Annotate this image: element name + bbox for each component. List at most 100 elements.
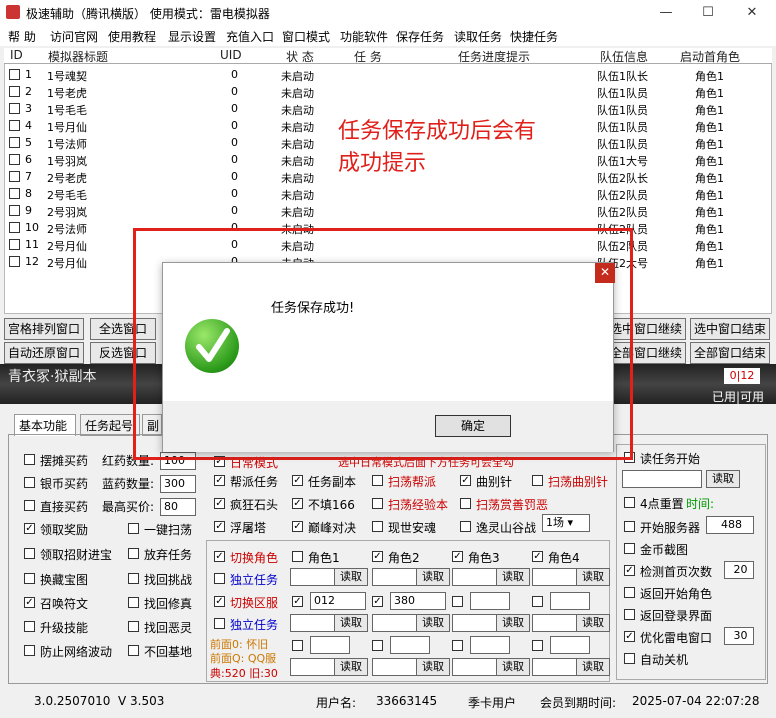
safe-soul-checkbox[interactable] — [372, 521, 383, 532]
extra3-input[interactable] — [470, 636, 510, 654]
stall-buy-checkbox[interactable] — [24, 454, 35, 465]
sweep-guild-checkbox[interactable] — [372, 475, 383, 486]
read-start-checkbox[interactable] — [624, 452, 635, 463]
red-potion-input[interactable]: 100 — [160, 452, 196, 470]
extra2-read-button[interactable]: 读取 — [416, 658, 450, 676]
daily-mode-checkbox[interactable]: ✓ — [214, 456, 225, 467]
crazy-stone-checkbox[interactable]: ✓ — [214, 498, 225, 509]
menu-tutorial[interactable]: 使用教程 — [108, 28, 156, 45]
find-challenge-checkbox[interactable] — [128, 573, 139, 584]
tab-basic[interactable]: 基本功能 — [14, 414, 76, 436]
close-button[interactable]: ✕ — [732, 0, 772, 26]
row-checkbox[interactable] — [9, 137, 20, 148]
palace-arrange-button[interactable]: 宫格排列窗口 — [4, 318, 84, 340]
invite-checkbox[interactable] — [24, 548, 35, 559]
role2-read-button[interactable]: 读取 — [416, 568, 450, 586]
tower-checkbox[interactable]: ✓ — [214, 521, 225, 532]
extra1-input[interactable] — [310, 636, 350, 654]
switch-role-checkbox[interactable]: ✓ — [214, 551, 225, 562]
optimize-window-input[interactable]: 30 — [724, 627, 754, 645]
upgrade-checkbox[interactable] — [24, 621, 35, 632]
tab-dungeon[interactable]: 副 — [142, 414, 162, 436]
menu-window-mode[interactable]: 窗口模式 — [282, 28, 330, 45]
server2-checkbox[interactable]: ✓ — [372, 596, 383, 607]
server1-checkbox[interactable]: ✓ — [292, 596, 303, 607]
no-fill-checkbox[interactable]: ✓ — [292, 498, 303, 509]
return-login-checkbox[interactable] — [624, 609, 635, 620]
valley-select[interactable]: 1场 ▾ — [542, 514, 590, 532]
silver-buy-checkbox[interactable] — [24, 477, 35, 488]
extra1-checkbox[interactable] — [292, 640, 303, 651]
detect-home-checkbox[interactable]: ✓ — [624, 565, 635, 576]
role3-read-button[interactable]: 读取 — [496, 568, 530, 586]
start-server-checkbox[interactable] — [624, 521, 635, 532]
server3-checkbox[interactable] — [452, 596, 463, 607]
role1-read-button[interactable]: 读取 — [334, 568, 368, 586]
dungeon-task-checkbox[interactable]: ✓ — [292, 475, 303, 486]
menu-software[interactable]: 功能软件 — [340, 28, 388, 45]
row-checkbox[interactable] — [9, 205, 20, 216]
sweep-bounty-checkbox[interactable] — [460, 498, 471, 509]
row-checkbox[interactable] — [9, 256, 20, 267]
independent-task-1-checkbox[interactable] — [214, 573, 225, 584]
extra4-checkbox[interactable] — [532, 640, 543, 651]
blue-potion-input[interactable]: 300 — [160, 475, 196, 493]
server4-input[interactable] — [550, 592, 590, 610]
direct-buy-checkbox[interactable] — [24, 500, 35, 511]
server2-task-input[interactable] — [372, 614, 418, 632]
maximize-button[interactable]: ☐ — [688, 0, 728, 26]
col-uid[interactable]: UID — [220, 48, 242, 62]
tab-task-start[interactable]: 任务起号 — [80, 414, 140, 436]
server3-read-button[interactable]: 读取 — [496, 614, 530, 632]
table-row[interactable]: 11 2号月仙 0 未启动 队伍2队员 角色1 — [5, 236, 771, 253]
col-progress[interactable]: 任务进度提示 — [458, 48, 530, 65]
row-checkbox[interactable] — [9, 239, 20, 250]
role4-checkbox[interactable]: ✓ — [532, 551, 543, 562]
sweep-exp-checkbox[interactable] — [372, 498, 383, 509]
reward-checkbox[interactable]: ✓ — [24, 523, 35, 534]
table-row[interactable]: 1 1号魂契 0 未启动 队伍1队长 角色1 — [5, 66, 771, 83]
optimize-window-checkbox[interactable]: ✓ — [624, 631, 635, 642]
role2-checkbox[interactable]: ✓ — [372, 551, 383, 562]
extra2-checkbox[interactable] — [372, 640, 383, 651]
independent-task-2-checkbox[interactable] — [214, 618, 225, 629]
server4-read-button[interactable]: 读取 — [576, 614, 610, 632]
server1-task-input[interactable] — [290, 614, 336, 632]
row-checkbox[interactable] — [9, 120, 20, 131]
role2-task-input[interactable] — [372, 568, 418, 586]
read-start-button[interactable]: 读取 — [706, 470, 740, 488]
invert-select-button[interactable]: 反选窗口 — [90, 342, 156, 364]
menu-load-task[interactable]: 读取任务 — [454, 28, 502, 45]
end-all-button[interactable]: 全部窗口结束 — [690, 342, 770, 364]
role4-task-input[interactable] — [532, 568, 578, 586]
role3-task-input[interactable] — [452, 568, 498, 586]
end-selected-button[interactable]: 选中窗口结束 — [690, 318, 770, 340]
select-all-button[interactable]: 全选窗口 — [90, 318, 156, 340]
server4-checkbox[interactable] — [532, 596, 543, 607]
row-checkbox[interactable] — [9, 103, 20, 114]
menu-save-task[interactable]: 保存任务 — [396, 28, 444, 45]
table-row[interactable]: 2 1号老虎 0 未启动 队伍1队员 角色1 — [5, 83, 771, 100]
role1-checkbox[interactable] — [292, 551, 303, 562]
table-row[interactable]: 9 2号羽岚 0 未启动 队伍2队员 角色1 — [5, 202, 771, 219]
col-team[interactable]: 队伍信息 — [600, 48, 648, 65]
extra3-checkbox[interactable] — [452, 640, 463, 651]
server2-input[interactable]: 380 — [390, 592, 446, 610]
extra2-input[interactable] — [390, 636, 430, 654]
valley-checkbox[interactable] — [460, 521, 471, 532]
auto-restore-button[interactable]: 自动还原窗口 — [4, 342, 84, 364]
menu-website[interactable]: 访问官网 — [50, 28, 98, 45]
col-first-role[interactable]: 启动首角色 — [680, 48, 740, 65]
row-checkbox[interactable] — [9, 171, 20, 182]
extra4-task-input[interactable] — [532, 658, 578, 676]
row-checkbox[interactable] — [9, 69, 20, 80]
role3-checkbox[interactable]: ✓ — [452, 551, 463, 562]
server2-read-button[interactable]: 读取 — [416, 614, 450, 632]
start-server-input[interactable]: 488 — [706, 516, 754, 534]
read-start-input[interactable] — [622, 470, 702, 488]
one-key-checkbox[interactable] — [128, 523, 139, 534]
menu-display[interactable]: 显示设置 — [168, 28, 216, 45]
gold-screenshot-checkbox[interactable] — [624, 543, 635, 554]
resume-all-button[interactable]: 全部窗口继续 — [606, 342, 686, 364]
extra1-task-input[interactable] — [290, 658, 336, 676]
